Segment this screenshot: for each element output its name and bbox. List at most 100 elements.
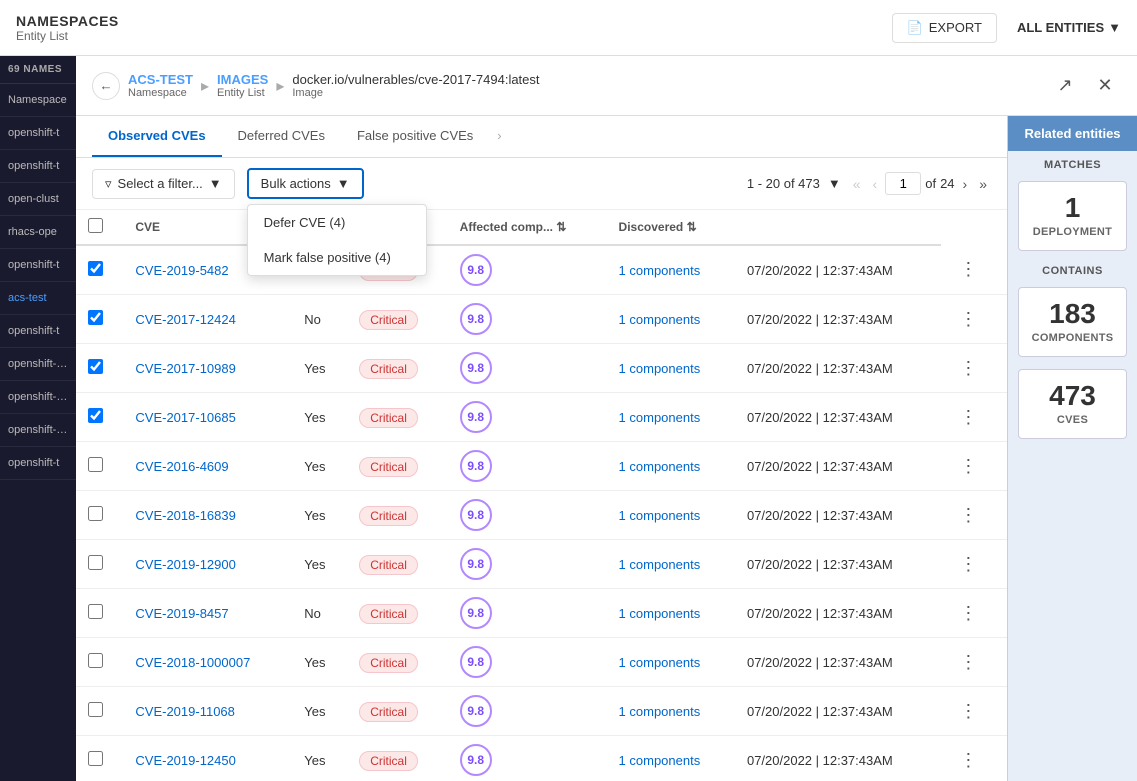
tab-more[interactable]: ›	[489, 116, 509, 157]
next-page-button[interactable]: ›	[959, 174, 972, 194]
discovered-cell-2: 07/20/2022 | 12:37:43AM	[735, 344, 941, 393]
row-more-button-7[interactable]: ⋮	[953, 601, 983, 626]
row-checkbox-3[interactable]	[88, 408, 103, 423]
fix-cell-5: Yes	[292, 491, 347, 540]
cve-link-0[interactable]: CVE-2019-5482	[135, 263, 228, 278]
components-cell-3: 1 components	[607, 393, 735, 442]
app-subtitle: Entity List	[16, 29, 119, 43]
sidebar-item-8[interactable]: openshift-t operator	[0, 348, 76, 381]
cve-link-2[interactable]: CVE-2017-10989	[135, 361, 235, 376]
row-checkbox-6[interactable]	[88, 555, 103, 570]
sidebar-item-3[interactable]: open-clust	[0, 183, 76, 216]
tab-false-positive-cves[interactable]: False positive CVEs	[341, 116, 489, 157]
sidebar-item-11[interactable]: openshift-t	[0, 447, 76, 480]
pagination-chevron-down-icon[interactable]: ▼	[828, 176, 841, 191]
score-cell-5: 9.8	[448, 491, 607, 540]
row-checkbox-2[interactable]	[88, 359, 103, 374]
components-cell-1: 1 components	[607, 295, 735, 344]
fix-cell-8: Yes	[292, 638, 347, 687]
deployment-count: 1	[1027, 194, 1118, 222]
score-cell-4: 9.8	[448, 442, 607, 491]
sidebar-item-0[interactable]: Namespace	[0, 84, 76, 117]
sidebar-item-7[interactable]: openshift-t	[0, 315, 76, 348]
tab-observed-cves[interactable]: Observed CVEs	[92, 116, 222, 157]
cve-link-5[interactable]: CVE-2018-16839	[135, 508, 235, 523]
right-panel: Related entities MATCHES 1 DEPLOYMENT CO…	[1007, 116, 1137, 781]
filter-button[interactable]: ▿ Select a filter... ▼	[92, 169, 235, 199]
mark-false-positive-option[interactable]: Mark false positive (4)	[248, 240, 426, 275]
breadcrumb-current: docker.io/vulnerables/cve-2017-7494:late…	[292, 72, 539, 99]
export-button[interactable]: 📄 EXPORT	[892, 13, 997, 43]
row-checkbox-8[interactable]	[88, 653, 103, 668]
row-more-button-6[interactable]: ⋮	[953, 552, 983, 577]
cve-link-6[interactable]: CVE-2019-12900	[135, 557, 235, 572]
sidebar-item-2[interactable]: openshift-t	[0, 150, 76, 183]
score-cell-10: 9.8	[448, 736, 607, 781]
breadcrumb-arrow-2: ▸	[276, 76, 284, 96]
row-more-button-8[interactable]: ⋮	[953, 650, 983, 675]
cve-link-7[interactable]: CVE-2019-8457	[135, 606, 228, 621]
sidebar-item-1[interactable]: openshift-t	[0, 117, 76, 150]
cve-link-8[interactable]: CVE-2018-1000007	[135, 655, 250, 670]
row-more-button-3[interactable]: ⋮	[953, 405, 983, 430]
deployment-card[interactable]: 1 DEPLOYMENT	[1018, 181, 1127, 251]
components-cell-7: 1 components	[607, 589, 735, 638]
row-more-button-1[interactable]: ⋮	[953, 307, 983, 332]
bulk-actions-chevron-down-icon: ▼	[337, 176, 350, 191]
all-entities-button[interactable]: ALL ENTITIES ▼	[1017, 20, 1121, 35]
components-cell-10: 1 components	[607, 736, 735, 781]
cve-link-1[interactable]: CVE-2017-12424	[135, 312, 235, 327]
sidebar-item-4[interactable]: rhacs-ope	[0, 216, 76, 249]
sidebar-item-10[interactable]: openshift-t manager	[0, 414, 76, 447]
cves-card[interactable]: 473 CVES	[1018, 369, 1127, 439]
cve-link-9[interactable]: CVE-2019-11068	[135, 704, 235, 719]
bulk-actions-container: Bulk actions ▼ Defer CVE (4) Mark false …	[247, 168, 364, 199]
sidebar-item-acs-test[interactable]: acs-test	[0, 282, 76, 315]
severity-cell-8: Critical	[347, 638, 447, 687]
fix-cell-2: Yes	[292, 344, 347, 393]
prev-page-button[interactable]: ‹	[869, 174, 882, 194]
last-page-button[interactable]: »	[975, 174, 991, 194]
sidebar-item-9[interactable]: openshift-t tuning-ope	[0, 381, 76, 414]
cve-link-4[interactable]: CVE-2016-4609	[135, 459, 228, 474]
external-link-button[interactable]: ↗	[1049, 70, 1081, 102]
score-cell-3: 9.8	[448, 393, 607, 442]
close-button[interactable]: ✕	[1089, 70, 1121, 102]
tab-deferred-cves[interactable]: Deferred CVEs	[222, 116, 341, 157]
row-more-button-5[interactable]: ⋮	[953, 503, 983, 528]
page-number-input[interactable]	[885, 172, 921, 195]
row-more-button-10[interactable]: ⋮	[953, 748, 983, 773]
row-checkbox-9[interactable]	[88, 702, 103, 717]
discovered-cell-5: 07/20/2022 | 12:37:43AM	[735, 491, 941, 540]
sidebar-item-5[interactable]: openshift-t	[0, 249, 76, 282]
defer-cve-option[interactable]: Defer CVE (4)	[248, 205, 426, 240]
bulk-actions-button[interactable]: Bulk actions ▼	[247, 168, 364, 199]
back-button[interactable]: ←	[92, 72, 120, 100]
cve-link-10[interactable]: CVE-2019-12450	[135, 753, 235, 768]
breadcrumb-images[interactable]: IMAGES Entity List	[217, 72, 268, 99]
col-discovered: Discovered ⇅	[607, 210, 735, 245]
table-row: CVE-2019-12900 Yes Critical 9.8 1 compon…	[76, 540, 1007, 589]
fix-cell-7: No	[292, 589, 347, 638]
row-checkbox-1[interactable]	[88, 310, 103, 325]
row-more-button-0[interactable]: ⋮	[953, 257, 983, 282]
components-card[interactable]: 183 COMPONENTS	[1018, 287, 1127, 357]
breadcrumb-acs-test[interactable]: ACS-TEST Namespace	[128, 72, 193, 99]
contains-label: CONTAINS	[1008, 257, 1137, 281]
first-page-button[interactable]: «	[849, 174, 865, 194]
row-checkbox-5[interactable]	[88, 506, 103, 521]
cve-link-3[interactable]: CVE-2017-10685	[135, 410, 235, 425]
row-more-button-4[interactable]: ⋮	[953, 454, 983, 479]
row-checkbox-0[interactable]	[88, 261, 103, 276]
row-checkbox-7[interactable]	[88, 604, 103, 619]
row-checkbox-10[interactable]	[88, 751, 103, 766]
breadcrumb-arrow-1: ▸	[201, 76, 209, 96]
severity-cell-3: Critical	[347, 393, 447, 442]
row-more-button-2[interactable]: ⋮	[953, 356, 983, 381]
discovered-cell-8: 07/20/2022 | 12:37:43AM	[735, 638, 941, 687]
row-checkbox-4[interactable]	[88, 457, 103, 472]
page-nav: « ‹ of 24 › »	[849, 172, 991, 195]
select-all-checkbox[interactable]	[88, 218, 103, 233]
row-more-button-9[interactable]: ⋮	[953, 699, 983, 724]
fix-cell-4: Yes	[292, 442, 347, 491]
